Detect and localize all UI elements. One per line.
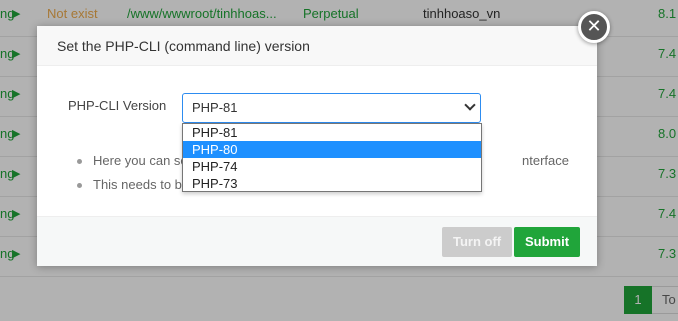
hint-text-start: This needs to b	[93, 177, 182, 192]
modal-title: Set the PHP-CLI (command line) version	[37, 26, 597, 66]
close-icon[interactable]: ✕	[578, 11, 610, 43]
php-version-dropdown: PHP-81 PHP-80 PHP-74 PHP-73	[182, 123, 482, 192]
hint-text-end: nterface	[522, 153, 569, 168]
modal-footer: Turn off Submit	[37, 216, 597, 266]
php-cli-version-select[interactable]: PHP-81	[182, 93, 481, 123]
dropdown-option-php-74[interactable]: PHP-74	[183, 158, 481, 175]
dropdown-option-php-73[interactable]: PHP-73	[183, 175, 481, 192]
turn-off-button[interactable]: Turn off	[442, 227, 513, 257]
dropdown-option-php-80[interactable]: PHP-80	[183, 141, 481, 158]
dropdown-option-php-81[interactable]: PHP-81	[183, 124, 481, 141]
php-cli-version-label: PHP-CLI Version	[68, 98, 167, 113]
hint-list: Here you can se nterface This needs to b	[77, 152, 569, 200]
hint-item: This needs to b	[77, 176, 188, 200]
hint-item: Here you can se nterface	[77, 152, 569, 176]
select-value: PHP-81	[192, 100, 238, 115]
submit-button[interactable]: Submit	[514, 227, 581, 257]
hint-text-start: Here you can se	[93, 153, 188, 168]
chevron-down-icon	[464, 99, 476, 111]
